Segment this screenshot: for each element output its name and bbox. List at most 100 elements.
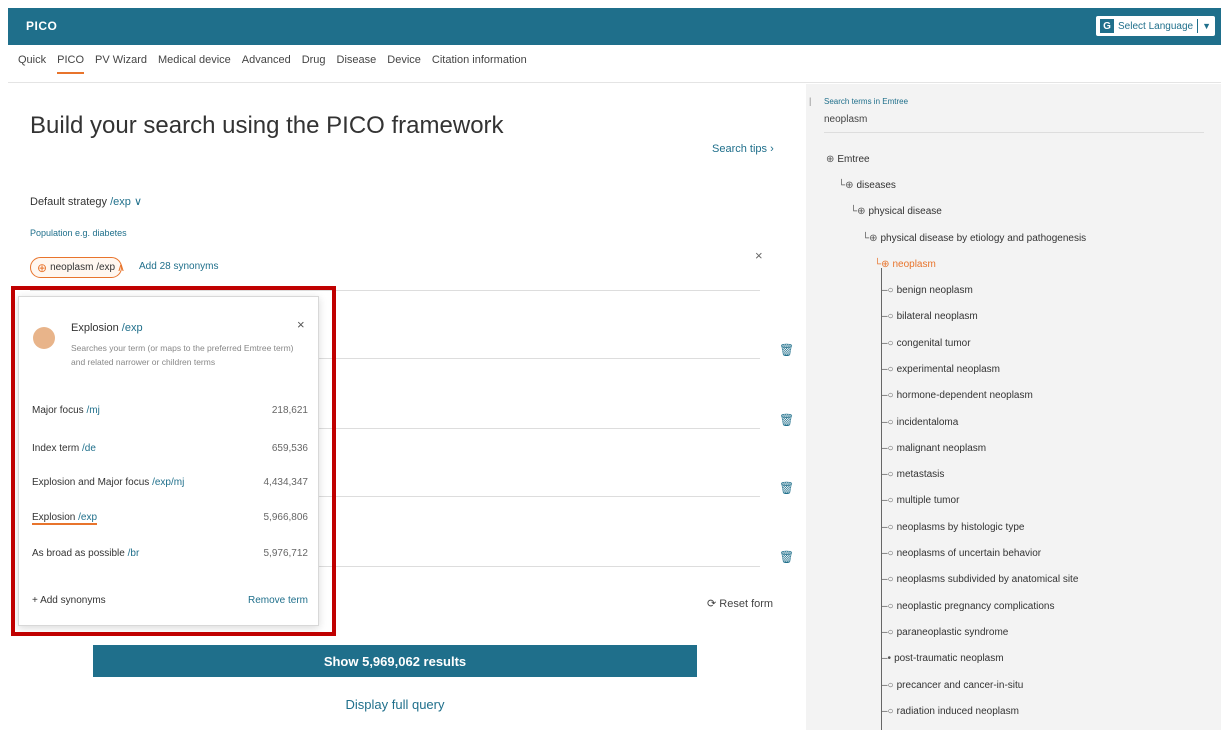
tree-node-label[interactable]: neoplasms by histologic type [897,522,1025,533]
tree-node-label[interactable]: physical disease by etiology and pathoge… [880,233,1086,244]
tree-child-node[interactable]: –○ multiple tumor [882,495,959,506]
tab-medical-device[interactable]: Medical device [158,54,231,74]
node-circle-icon[interactable]: –○ [882,390,894,401]
language-separator [1197,19,1199,33]
tree-node-label[interactable]: malignant neoplasm [897,443,987,454]
expand-node-icon[interactable]: └⊕ [850,206,865,217]
tree-child-node[interactable]: –○ paraneoplastic syndrome [882,627,1008,638]
tree-child-node[interactable]: –○ bilateral neoplasm [882,311,978,322]
tab-citation-information[interactable]: Citation information [432,54,527,74]
tree-child-node[interactable]: –○ neoplasms by histologic type [882,522,1024,533]
node-circle-icon[interactable]: –○ [882,548,894,559]
tree-node-label[interactable]: paraneoplastic syndrome [897,627,1009,638]
node-circle-icon[interactable]: –• [882,653,891,664]
tree-child-node[interactable]: –○ neoplasms subdivided by anatomical sit… [882,574,1078,585]
term-chip-label: neoplasm /exp [50,262,116,273]
tree-node-label[interactable]: incidentaloma [897,417,959,428]
default-strategy-select[interactable]: /exp ∨ [110,196,142,208]
clear-row-icon[interactable]: × [755,248,763,263]
trash-icon[interactable]: 🗑 [779,413,794,427]
node-circle-icon[interactable]: –○ [882,495,894,506]
trash-icon[interactable]: 🗑 [779,343,794,357]
tree-child-node[interactable]: –○ neoplastic pregnancy complications [882,601,1054,612]
tree-child-node[interactable]: –• post-traumatic neoplasm [882,653,1004,664]
show-results-button[interactable]: Show 5,969,062 results [93,645,697,677]
tree-node-label[interactable]: diseases [856,180,895,191]
tree-child-node[interactable]: –○ metastasis [882,469,944,480]
tree-node[interactable]: └⊕ diseases [838,180,896,191]
tree-child-node[interactable]: –○ neoplasms of uncertain behavior [882,548,1041,559]
tree-node-label[interactable]: neoplastic pregnancy complications [897,601,1055,612]
tree-child-node[interactable]: –○ congenital tumor [882,338,971,349]
tree-node-label[interactable]: precancer and cancer-in-situ [897,680,1024,691]
tree-node-label[interactable]: congenital tumor [897,338,971,349]
tree-child-node[interactable]: –○ hormone-dependent neoplasm [882,390,1033,401]
node-circle-icon[interactable]: –○ [882,469,894,480]
default-strategy[interactable]: Default strategy /exp ∨ [30,195,142,208]
node-circle-icon[interactable]: –○ [882,627,894,638]
tree-node-label[interactable]: metastasis [897,469,945,480]
node-circle-icon[interactable]: –○ [882,706,894,717]
expand-node-icon[interactable]: └⊕ [838,180,853,191]
chevron-up-icon[interactable]: ∧ [112,257,130,278]
tree-node[interactable]: └⊕ neoplasm [874,259,936,270]
main-nav: Quick PICO PV Wizard Medical device Advanced… [18,54,527,74]
node-circle-icon[interactable]: –○ [882,574,894,585]
tree-node-label[interactable]: Emtree [837,154,869,165]
collapse-panel-icon[interactable]: | [809,96,811,106]
chevron-down-icon[interactable]: ▼ [1202,21,1211,31]
expand-node-icon[interactable]: ⊕ [826,154,834,165]
trash-icon[interactable]: 🗑 [779,481,794,495]
tree-node[interactable]: └⊕ physical disease [850,206,942,217]
tree-node-label[interactable]: physical disease [868,206,941,217]
trash-icon[interactable]: 🗑 [779,550,794,564]
search-tips-link[interactable]: Search tips › [712,143,774,155]
tree-node-label[interactable]: multiple tumor [897,495,960,506]
tree-child-node[interactable]: –○ malignant neoplasm [882,443,986,454]
tree-node-label[interactable]: bilateral neoplasm [897,311,978,322]
language-select[interactable]: G Select Language ▼ [1096,16,1215,36]
reset-form-button[interactable]: ⟳ Reset form [707,597,773,610]
tree-child-node[interactable]: –○ incidentaloma [882,417,958,428]
tab-advanced[interactable]: Advanced [242,54,291,74]
tab-disease[interactable]: Disease [337,54,377,74]
tab-pv-wizard[interactable]: PV Wizard [95,54,147,74]
node-circle-icon[interactable]: –○ [882,680,894,691]
expand-icon[interactable]: ⊕ [37,261,47,275]
expand-node-icon[interactable]: └⊕ [874,259,889,270]
tree-node-label[interactable]: neoplasm [892,259,935,270]
tree-node-label[interactable]: neoplasms of uncertain behavior [897,548,1042,559]
tree-child-node[interactable]: –○ radiation induced neoplasm [882,706,1019,717]
node-circle-icon[interactable]: –○ [882,364,894,375]
tree-child-node[interactable]: –○ experimental neoplasm [882,364,1000,375]
tree-node[interactable]: └⊕ physical disease by etiology and patho… [862,233,1086,244]
tree-node-label[interactable]: post-traumatic neoplasm [894,653,1004,664]
tree-child-node[interactable]: –○ benign neoplasm [882,285,973,296]
emtree-search-term: neoplasm [824,114,868,125]
node-circle-icon[interactable]: –○ [882,522,894,533]
node-circle-icon[interactable]: –○ [882,338,894,349]
language-label: Select Language [1118,20,1194,32]
default-strategy-label: Default strategy [30,196,108,208]
tree-node-label[interactable]: neoplasms subdivided by anatomical site [897,574,1079,585]
tree-node-label[interactable]: benign neoplasm [897,285,973,296]
tree-child-node[interactable]: –○ precancer and cancer-in-situ [882,680,1023,691]
panel-divider [824,132,1204,133]
tree-node-label[interactable]: experimental neoplasm [897,364,1000,375]
term-chip[interactable]: ⊕ neoplasm /exp [30,257,123,278]
add-synonyms-link[interactable]: Add 28 synonyms [139,261,219,272]
node-circle-icon[interactable]: –○ [882,443,894,454]
tab-quick[interactable]: Quick [18,54,46,74]
tree-node-label[interactable]: radiation induced neoplasm [897,706,1019,717]
tab-device[interactable]: Device [387,54,421,74]
tab-pico[interactable]: PICO [57,54,85,74]
display-full-query-link[interactable]: Display full query [0,697,790,712]
tree-node-label[interactable]: hormone-dependent neoplasm [897,390,1033,401]
expand-node-icon[interactable]: └⊕ [862,233,877,244]
node-circle-icon[interactable]: –○ [882,601,894,612]
node-circle-icon[interactable]: –○ [882,417,894,428]
tree-node[interactable]: ⊕ Emtree [826,154,870,165]
tab-drug[interactable]: Drug [302,54,326,74]
node-circle-icon[interactable]: –○ [882,285,894,296]
node-circle-icon[interactable]: –○ [882,311,894,322]
